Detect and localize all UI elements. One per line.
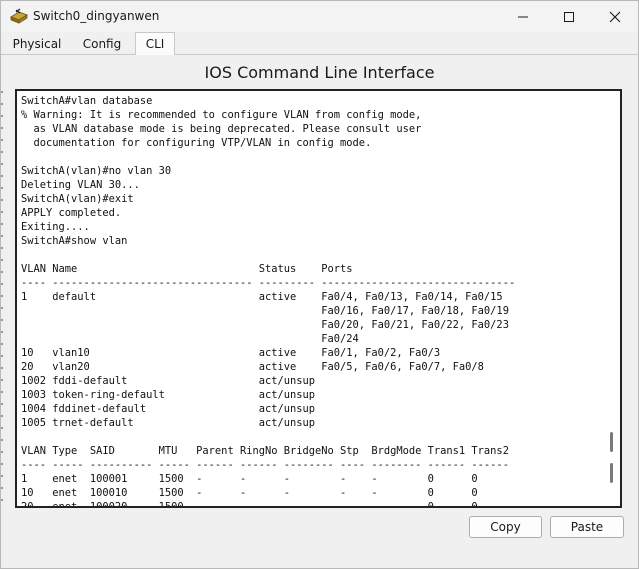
- maximize-icon: [563, 11, 575, 23]
- terminal-line: ---- ----- ---------- ----- ------ -----…: [21, 459, 509, 471]
- terminal-line: SwitchA#vlan database: [21, 95, 153, 107]
- cli-window: Switch0_dingyanwen Physical Config CLI I…: [0, 0, 639, 569]
- terminal-line: 1 default active Fa0/4, Fa0/13, Fa0/14, …: [21, 291, 503, 303]
- cli-terminal[interactable]: SwitchA#vlan database % Warning: It is re…: [15, 89, 622, 508]
- terminal-line: VLAN Name Status Ports: [21, 263, 353, 275]
- terminal-line: 20 enet 100020 1500 - - - - - 0 0: [21, 501, 478, 508]
- terminal-line: ---- -------------------------------- --…: [21, 277, 516, 289]
- terminal-line: documentation for configuring VTP/VLAN i…: [21, 137, 372, 149]
- terminal-line: 20 vlan20 active Fa0/5, Fa0/6, Fa0/7, Fa…: [21, 361, 484, 373]
- minimize-icon: [517, 11, 529, 23]
- terminal-line: SwitchA#show vlan: [21, 235, 128, 247]
- minimize-button[interactable]: [500, 1, 546, 32]
- terminal-line: Fa0/16, Fa0/17, Fa0/18, Fa0/19: [21, 305, 509, 317]
- terminal-line: VLAN Type SAID MTU Parent RingNo BridgeN…: [21, 445, 509, 457]
- terminal-line: 1005 trnet-default act/unsup: [21, 417, 316, 429]
- terminal-line: Fa0/20, Fa0/21, Fa0/22, Fa0/23: [21, 319, 509, 331]
- window-title: Switch0_dingyanwen: [33, 9, 160, 23]
- terminal-line: SwitchA(vlan)#no vlan 30: [21, 165, 172, 177]
- tab-bar: Physical Config CLI: [1, 32, 638, 55]
- terminal-line: Deleting VLAN 30...: [21, 179, 140, 191]
- terminal-output[interactable]: SwitchA#vlan database % Warning: It is re…: [21, 94, 516, 508]
- terminal-line: APPLY completed.: [21, 207, 122, 219]
- terminal-line: 1 enet 100001 1500 - - - - - 0 0: [21, 473, 478, 485]
- close-icon: [609, 11, 621, 23]
- scrollbar-thumb-upper[interactable]: [610, 432, 613, 452]
- terminal-line: as VLAN database mode is being deprecate…: [21, 123, 422, 135]
- terminal-scrollbar[interactable]: [606, 91, 616, 506]
- tab-config[interactable]: Config: [73, 34, 131, 53]
- tab-physical[interactable]: Physical: [5, 34, 69, 53]
- tab-cli[interactable]: CLI: [135, 32, 175, 55]
- page-title: IOS Command Line Interface: [204, 63, 435, 82]
- close-button[interactable]: [592, 1, 638, 32]
- scrollbar-thumb-lower[interactable]: [610, 463, 613, 483]
- terminal-line: SwitchA(vlan)#exit: [21, 193, 134, 205]
- terminal-line: % Warning: It is recommended to configur…: [21, 109, 422, 121]
- maximize-button[interactable]: [546, 1, 592, 32]
- paste-button[interactable]: Paste: [550, 516, 624, 538]
- terminal-line: Exiting....: [21, 221, 90, 233]
- terminal-line: 1004 fddinet-default act/unsup: [21, 403, 316, 415]
- left-edge-marks: [1, 91, 3, 511]
- terminal-line: 10 enet 100010 1500 - - - - - 0 0: [21, 487, 478, 499]
- terminal-line: 10 vlan10 active Fa0/1, Fa0/2, Fa0/3: [21, 347, 441, 359]
- terminal-line: 1003 token-ring-default act/unsup: [21, 389, 316, 401]
- copy-button[interactable]: Copy: [469, 516, 542, 538]
- title-bar[interactable]: Switch0_dingyanwen: [1, 1, 638, 32]
- switch-app-icon: [10, 8, 28, 24]
- terminal-line: Fa0/24: [21, 333, 359, 345]
- terminal-line: 1002 fddi-default act/unsup: [21, 375, 316, 387]
